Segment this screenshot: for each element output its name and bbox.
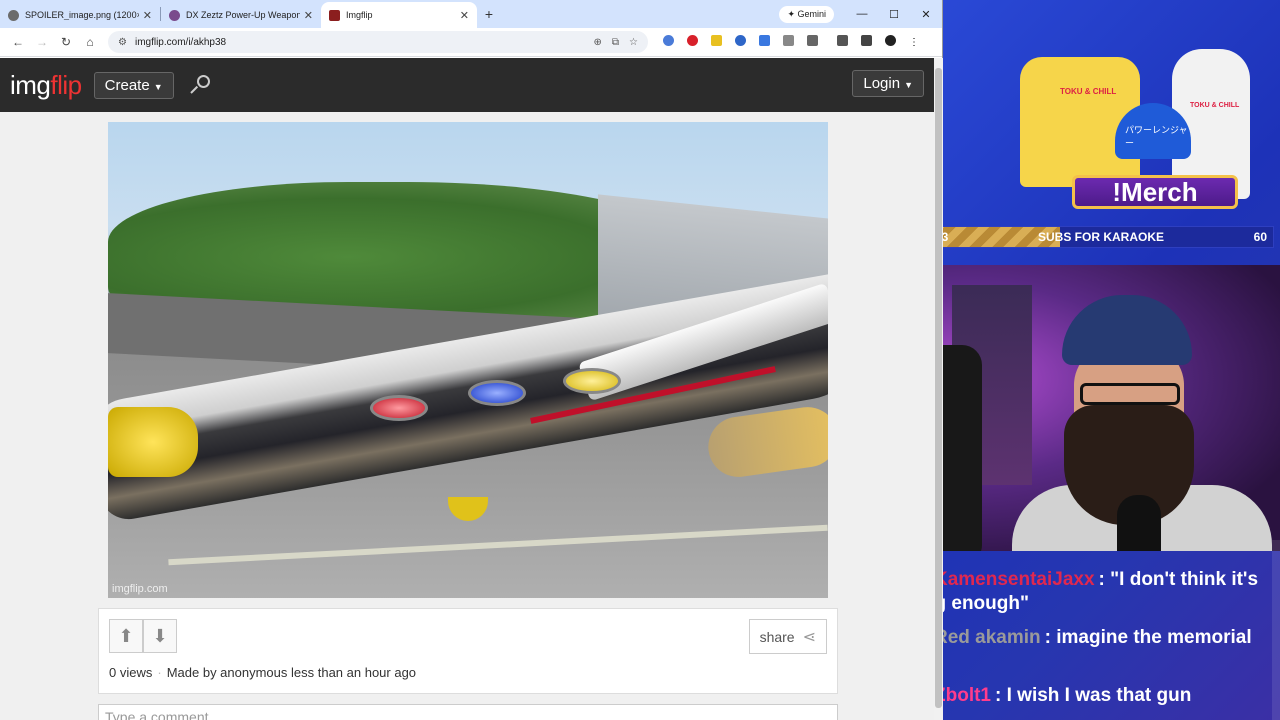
extensions-puzzle-icon[interactable] [800,35,824,49]
tab-strip: SPOILER_image.png (1200×800) ✕ DX Zeztz … [0,0,942,28]
home-button[interactable]: ⌂ [78,35,102,49]
extension-icon[interactable] [680,35,704,49]
share-icon: ⋖ [802,628,816,646]
chat-text: : I wish I was that gun [995,685,1192,706]
arrow-down-icon: ⬇ [152,625,168,646]
glasses [1080,383,1180,405]
tab-title: SPOILER_image.png (1200×800) [25,10,139,20]
hoodie-text: TOKU & CHILL [1190,102,1240,109]
imgflip-watermark: imgflip.com [112,583,168,595]
gemini-label: Gemini [797,8,826,19]
chat-scrollbar [1272,540,1280,720]
chat-username: KamensentaiJaxx [934,569,1095,590]
media-icon[interactable] [854,35,878,49]
close-icon[interactable]: ✕ [304,9,313,22]
logo-img-text: img [10,69,51,100]
imgflip-page: imgflip Create▼ Login▼ imgflip.com ⬆ ⬇ [0,58,934,720]
reload-button[interactable]: ↻ [54,35,78,49]
close-icon[interactable]: ✕ [143,9,152,22]
side-panel-icon[interactable] [830,35,854,49]
chat-message: KZbolt1: I wish I was that gun [906,684,1266,708]
views-count: 0 views [109,665,153,680]
sub-goal-bar: 23 SUBS FOR KARAOKE 60 [928,226,1274,248]
meme-image: imgflip.com [108,122,828,598]
imgflip-header: imgflip Create ▼ Login ▼ [0,58,934,112]
streamer [1012,295,1272,551]
login-button[interactable]: Login ▼ [852,70,924,97]
profile-avatar[interactable] [878,35,902,49]
chat-username: Red akamin [934,627,1041,648]
chevron-down-icon: ▼ [153,81,163,92]
share-label: share [759,628,795,645]
comment-input[interactable]: Type a comment [98,704,838,720]
address-bar[interactable]: ⚙ imgflip.com/i/akhp38 ⊕ ⧉ ☆ [108,31,648,53]
chat-message: ♪Red akamin: imagine the memorial [906,626,1266,650]
arrow-up-icon: ⬆ [118,625,134,646]
url-text: imgflip.com/i/akhp38 [134,36,227,48]
tab-dx-zeztz[interactable]: DX Zeztz Power-Up Weapon ✕ [161,2,321,28]
imgflip-logo[interactable]: imgflip [10,70,82,101]
back-button[interactable]: ← [6,35,30,49]
chat-text: : imagine the memorial [1044,627,1252,648]
new-tab-button[interactable]: + [477,6,501,22]
gemini-button[interactable]: ✦ Gemini [779,5,834,23]
downvote-button[interactable]: ⬇ [143,619,177,653]
close-window-button[interactable]: ✕ [910,8,942,21]
bookmark-star-icon[interactable]: ☆ [629,37,638,48]
chat-message: KKamensentaiJaxx: "I don't think it's lo… [906,568,1266,616]
logo-flip-text: flip [50,69,82,100]
webcam-feed [892,265,1280,551]
sub-goal-label: SUBS FOR KARAOKE [1037,230,1164,244]
shirt-text: TOKU & CHILL [1060,87,1117,96]
made-by: Made by anonymous less than an hour ago [166,665,417,680]
forward-button[interactable]: → [30,35,54,49]
globe-icon [8,9,19,21]
maximize-button[interactable]: ☐ [878,8,910,21]
tab-imgflip[interactable]: Imgflip ✕ [321,2,477,28]
scrollbar-thumb[interactable] [935,68,942,708]
zoom-icon[interactable]: ⊕ [594,37,602,48]
extension-icon[interactable] [752,35,776,49]
menu-kebab-icon[interactable]: ⋮ [902,37,926,48]
share-button[interactable]: share ⋖ [748,619,827,654]
cap [1062,295,1192,365]
extension-icon[interactable] [656,35,680,49]
meme-info-card: ⬆ ⬇ share ⋖ 0 views · Made by anonymous les… [98,608,838,694]
upvote-button[interactable]: ⬆ [109,619,143,653]
tab-spoiler-image[interactable]: SPOILER_image.png (1200×800) ✕ [0,2,160,28]
browser-toolbar: ← → ↻ ⌂ ⚙ imgflip.com/i/akhp38 ⊕ ⧉ ☆ ⋮ [0,28,942,57]
extension-icon[interactable] [704,35,728,49]
meme-meta: 0 views · Made by anonymous less than an h… [109,665,416,680]
stream-chat: KKamensentaiJaxx: "I don't think it's lo… [892,540,1280,720]
site-icon [169,9,180,21]
chevron-down-icon: ▼ [904,80,913,90]
create-button[interactable]: Create ▼ [93,71,174,99]
search-icon[interactable] [188,73,212,97]
tab-title: Imgflip [346,10,373,20]
imgflip-favicon [329,9,340,21]
cap-text: パワーレンジャー [1125,125,1188,148]
separator-dot: · [157,665,162,680]
install-app-icon[interactable]: ⧉ [612,37,619,48]
comment-placeholder: Type a comment [105,709,209,720]
merch-graphic: TOKU & CHILL TOKU & CHILL パワーレンジャー !Merc… [1020,45,1260,210]
tab-title: DX Zeztz Power-Up Weapon [186,10,300,20]
create-label: Create [104,76,150,94]
site-info-icon[interactable]: ⚙ [118,37,127,48]
minimize-button[interactable]: — [846,8,878,20]
browser-window: SPOILER_image.png (1200×800) ✕ DX Zeztz … [0,0,943,720]
close-icon[interactable]: ✕ [460,9,469,22]
page-scrollbar[interactable] [934,58,943,720]
login-label: Login [863,75,901,92]
merch-label: !Merch [1072,175,1238,209]
extension-icon[interactable] [728,35,752,49]
extension-icon[interactable] [776,35,800,49]
sub-goal-target: 60 [1253,230,1267,244]
